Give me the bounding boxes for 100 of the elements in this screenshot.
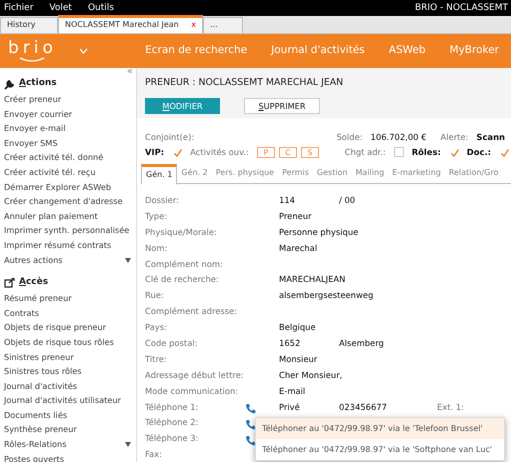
field-label: VIP:	[145, 146, 164, 158]
menu-item[interactable]: Téléphoner au '0472/99.98.97' via le 'Telefoon Brussel'	[256, 418, 504, 439]
menu-item[interactable]: Outils	[88, 0, 114, 16]
sidebar-link[interactable]: Créer activité tél. reçu	[4, 164, 96, 180]
field-label: Solde:	[336, 130, 363, 144]
tab[interactable]: E-marketing	[388, 164, 445, 184]
field-label: Type:	[145, 210, 168, 223]
sidebar-link[interactable]: Journal d'activités	[4, 378, 78, 394]
delete-button[interactable]: SUPPRIMER	[244, 98, 320, 114]
section-title: Actions	[19, 77, 57, 90]
field-label: Conjoint(e):	[145, 130, 194, 144]
wrench-icon	[4, 78, 15, 90]
tab[interactable]: Gén. 2	[177, 164, 212, 184]
window-title: BRIO - NOCLASSEMT	[415, 2, 508, 15]
field-label: Code postal:	[145, 337, 198, 350]
field-label: Activités ouv.:	[190, 146, 249, 158]
field-value: / 00	[339, 194, 356, 207]
field-label: Chgt adr.:	[344, 146, 386, 158]
field-value: Cher Monsieur,	[279, 368, 342, 382]
field-value: Preneur	[279, 210, 313, 223]
field-label: Complément nom:	[145, 258, 224, 271]
dropdown-icon[interactable]	[125, 442, 131, 448]
sidebar-link[interactable]: Envoyer e-mail	[4, 121, 66, 136]
sidebar-link[interactable]: Démarrer Explorer ASWeb	[4, 180, 112, 194]
tab[interactable]: Mailing	[352, 164, 388, 184]
document-tab[interactable]: ...	[203, 17, 243, 33]
field-value: alsembergsesteenweg	[279, 289, 374, 302]
field-label: Rôles:	[412, 146, 441, 158]
field-value: E-mail	[279, 384, 306, 398]
field-label: Physique/Morale:	[145, 226, 218, 239]
menu-item[interactable]: Téléphoner au '0472/99.98.97' via le 'Softphone van Luc'	[256, 439, 504, 460]
sidebar-link[interactable]: Imprimer synth. personnalisée	[4, 223, 130, 238]
balance-value: 106.702,00 €	[370, 130, 426, 144]
document-tab[interactable]: NOCLASSEMT Marechal Jean x	[58, 15, 203, 33]
sidebar-link[interactable]: Journal d'activités utilisateur	[4, 393, 121, 408]
collapse-icon[interactable]: «	[126, 68, 133, 77]
menu-item[interactable]: Volet	[49, 0, 72, 16]
phone-icon[interactable]	[245, 434, 256, 446]
sidebar-link[interactable]: Objets de risque preneur	[4, 320, 106, 335]
field-label: Téléphone 3:	[145, 432, 200, 446]
sidebar-link[interactable]: Créer activité tél. donné	[4, 150, 104, 165]
phone-icon[interactable]	[245, 418, 256, 430]
field-value: Alsemberg	[339, 337, 385, 350]
field-label: Adressage début lettre:	[145, 368, 245, 382]
field-value: 1652	[279, 337, 302, 350]
tab[interactable]: Pers. physique	[212, 164, 278, 184]
sidebar-link[interactable]: Créer preneur	[4, 92, 62, 107]
field-label: Mode communication:	[145, 384, 240, 398]
checkbox[interactable]	[499, 147, 509, 157]
sidebar-link[interactable]: Sinistres tous rôles	[4, 364, 82, 379]
field-label: Clé de recherche:	[145, 273, 220, 286]
field-label: Titre:	[145, 352, 168, 366]
sidebar-link[interactable]: Résumé preneur	[4, 291, 72, 306]
close-icon[interactable]: x	[191, 18, 196, 32]
field-value: MARECHALJEAN	[279, 273, 346, 286]
sidebar-link[interactable]: Postes ouverts	[4, 452, 64, 462]
section-title: Accès	[19, 276, 48, 290]
sidebar-link[interactable]: Imprimer résumé contrats	[4, 238, 112, 253]
sidebar-link[interactable]: Sinistres preneur	[4, 350, 74, 364]
tab[interactable]: Permis	[278, 164, 313, 184]
field-label: Complément adresse:	[145, 305, 238, 318]
field-value: Monsieur	[279, 352, 318, 366]
phone-icon[interactable]	[245, 402, 256, 414]
external-link-icon	[4, 278, 15, 289]
field-label: Nom:	[145, 242, 168, 255]
field-label: Rue:	[145, 289, 165, 302]
sidebar-link[interactable]: Documents liés	[4, 408, 68, 422]
sidebar-link[interactable]: Autres actions	[4, 252, 63, 268]
sidebar-link[interactable]: Annuler plan paiement	[4, 208, 98, 224]
checkbox[interactable]	[172, 147, 182, 157]
field-value: Marechal	[279, 242, 318, 255]
field-label: Dossier:	[145, 194, 180, 207]
field-value: Belgique	[279, 321, 317, 334]
sidebar-link[interactable]: Contrats	[4, 306, 39, 320]
field-value: 114	[279, 194, 296, 207]
field-label: Téléphone 1:	[145, 400, 200, 414]
sidebar-link[interactable]: Envoyer SMS	[4, 136, 58, 150]
checkbox[interactable]	[394, 147, 404, 157]
sidebar-link[interactable]: Rôles-Relations	[4, 437, 66, 452]
tab[interactable]: Gén. 1	[141, 164, 178, 185]
field-label: Doc.:	[466, 146, 491, 158]
field-value: 023456677	[339, 400, 388, 414]
dropdown-icon[interactable]	[125, 258, 131, 263]
tab[interactable]: Gestion	[312, 164, 352, 184]
field-label: Alerte:	[440, 130, 468, 144]
checkbox[interactable]	[448, 147, 459, 157]
alert-value: Scann	[476, 130, 505, 144]
menu-item[interactable]: Fichier	[4, 0, 34, 16]
field-label: Fax:	[145, 448, 163, 462]
field-label: Téléphone 2:	[145, 416, 200, 430]
tab[interactable]: Relation/Gro	[444, 164, 502, 184]
sidebar-link[interactable]: Créer changement d'adresse	[4, 194, 123, 209]
record-title: PRENEUR : NOCLASSEMT MARECHAL JEAN	[145, 76, 344, 90]
sidebar-link[interactable]: Synthèse preneur	[4, 422, 77, 438]
document-tab[interactable]: History	[0, 17, 58, 33]
field-label: Ext. 1:	[437, 400, 464, 414]
field-value: Personne physique	[279, 226, 358, 239]
sidebar-link[interactable]: Objets de risque tous rôles	[4, 334, 114, 350]
chevron-down-icon[interactable]	[78, 48, 88, 54]
sidebar-link[interactable]: Envoyer courrier	[4, 106, 72, 122]
